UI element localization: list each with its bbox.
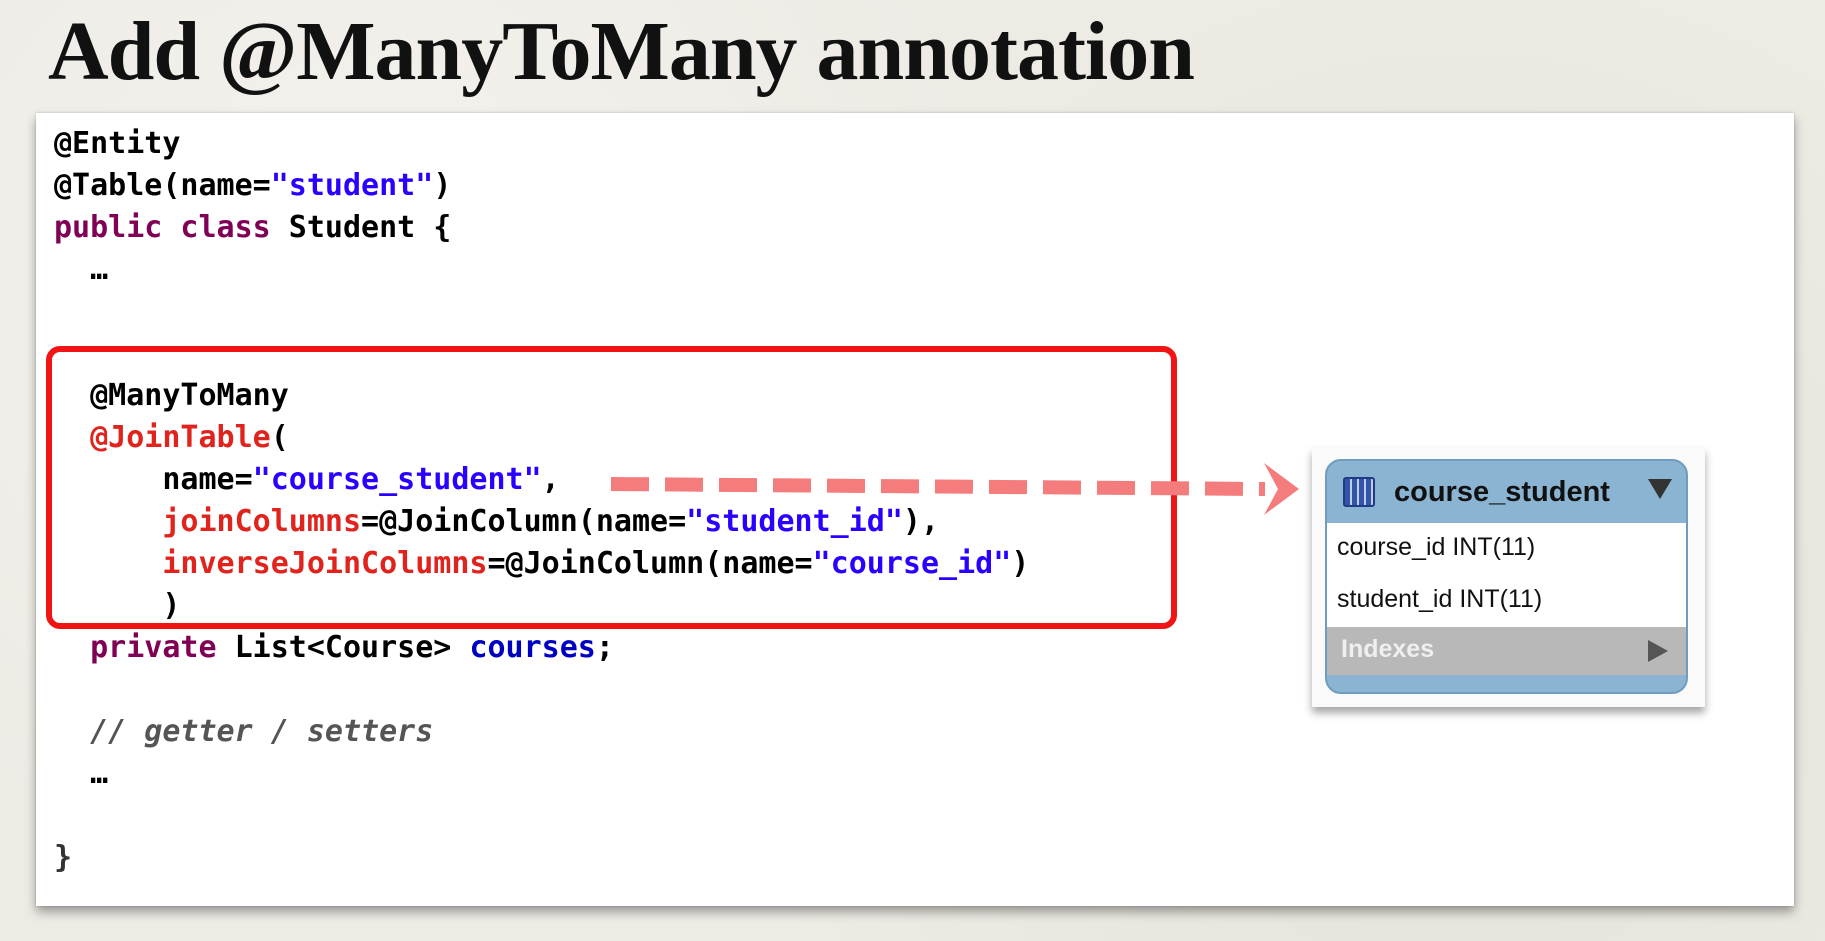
db-indexes-section[interactable]: Indexes: [1327, 627, 1686, 675]
code-token: Student {: [270, 210, 452, 245]
code-field: courses: [469, 630, 596, 665]
code-comment: // getter / setters: [54, 714, 434, 749]
code-keyword: public class: [54, 210, 271, 245]
code-token: List<Course>: [216, 630, 470, 665]
code-token: …: [54, 756, 109, 791]
code-line: }: [54, 837, 1029, 879]
db-table[interactable]: course_student course_id INT(11) student…: [1325, 459, 1688, 694]
db-table-card: course_student course_id INT(11) student…: [1312, 447, 1705, 707]
code-line: // getter / setters: [54, 711, 1029, 753]
code-string: "student": [270, 168, 434, 203]
code-token: }: [54, 840, 73, 875]
slide-title: Add @ManyToMany annotation: [48, 5, 1195, 98]
db-table-header[interactable]: course_student: [1327, 461, 1686, 523]
code-token: @Table(name=: [54, 168, 271, 203]
db-column[interactable]: course_id INT(11): [1337, 533, 1535, 562]
code-line: @Table(name="student"): [54, 165, 1029, 207]
code-line: …: [54, 249, 1029, 291]
code-line: private List<Course> courses;: [54, 627, 1029, 669]
code-token: @Entity: [54, 126, 181, 161]
expand-arrow-icon[interactable]: [1648, 640, 1668, 662]
highlight-box: [46, 346, 1177, 629]
caret-down-icon[interactable]: [1648, 479, 1672, 499]
code-line: @Entity: [54, 123, 1029, 165]
code-line: …: [54, 753, 1029, 795]
code-line: public class Student {: [54, 207, 1029, 249]
db-columns-list: course_id INT(11) student_id INT(11): [1327, 523, 1686, 627]
db-column[interactable]: student_id INT(11): [1337, 585, 1542, 614]
code-token: …: [54, 252, 109, 287]
code-token: ;: [595, 630, 614, 665]
db-table-name: course_student: [1394, 476, 1610, 508]
code-keyword: private: [54, 630, 217, 665]
db-indexes-label: Indexes: [1341, 635, 1435, 663]
code-token: ): [433, 168, 452, 203]
table-icon: [1343, 477, 1375, 507]
